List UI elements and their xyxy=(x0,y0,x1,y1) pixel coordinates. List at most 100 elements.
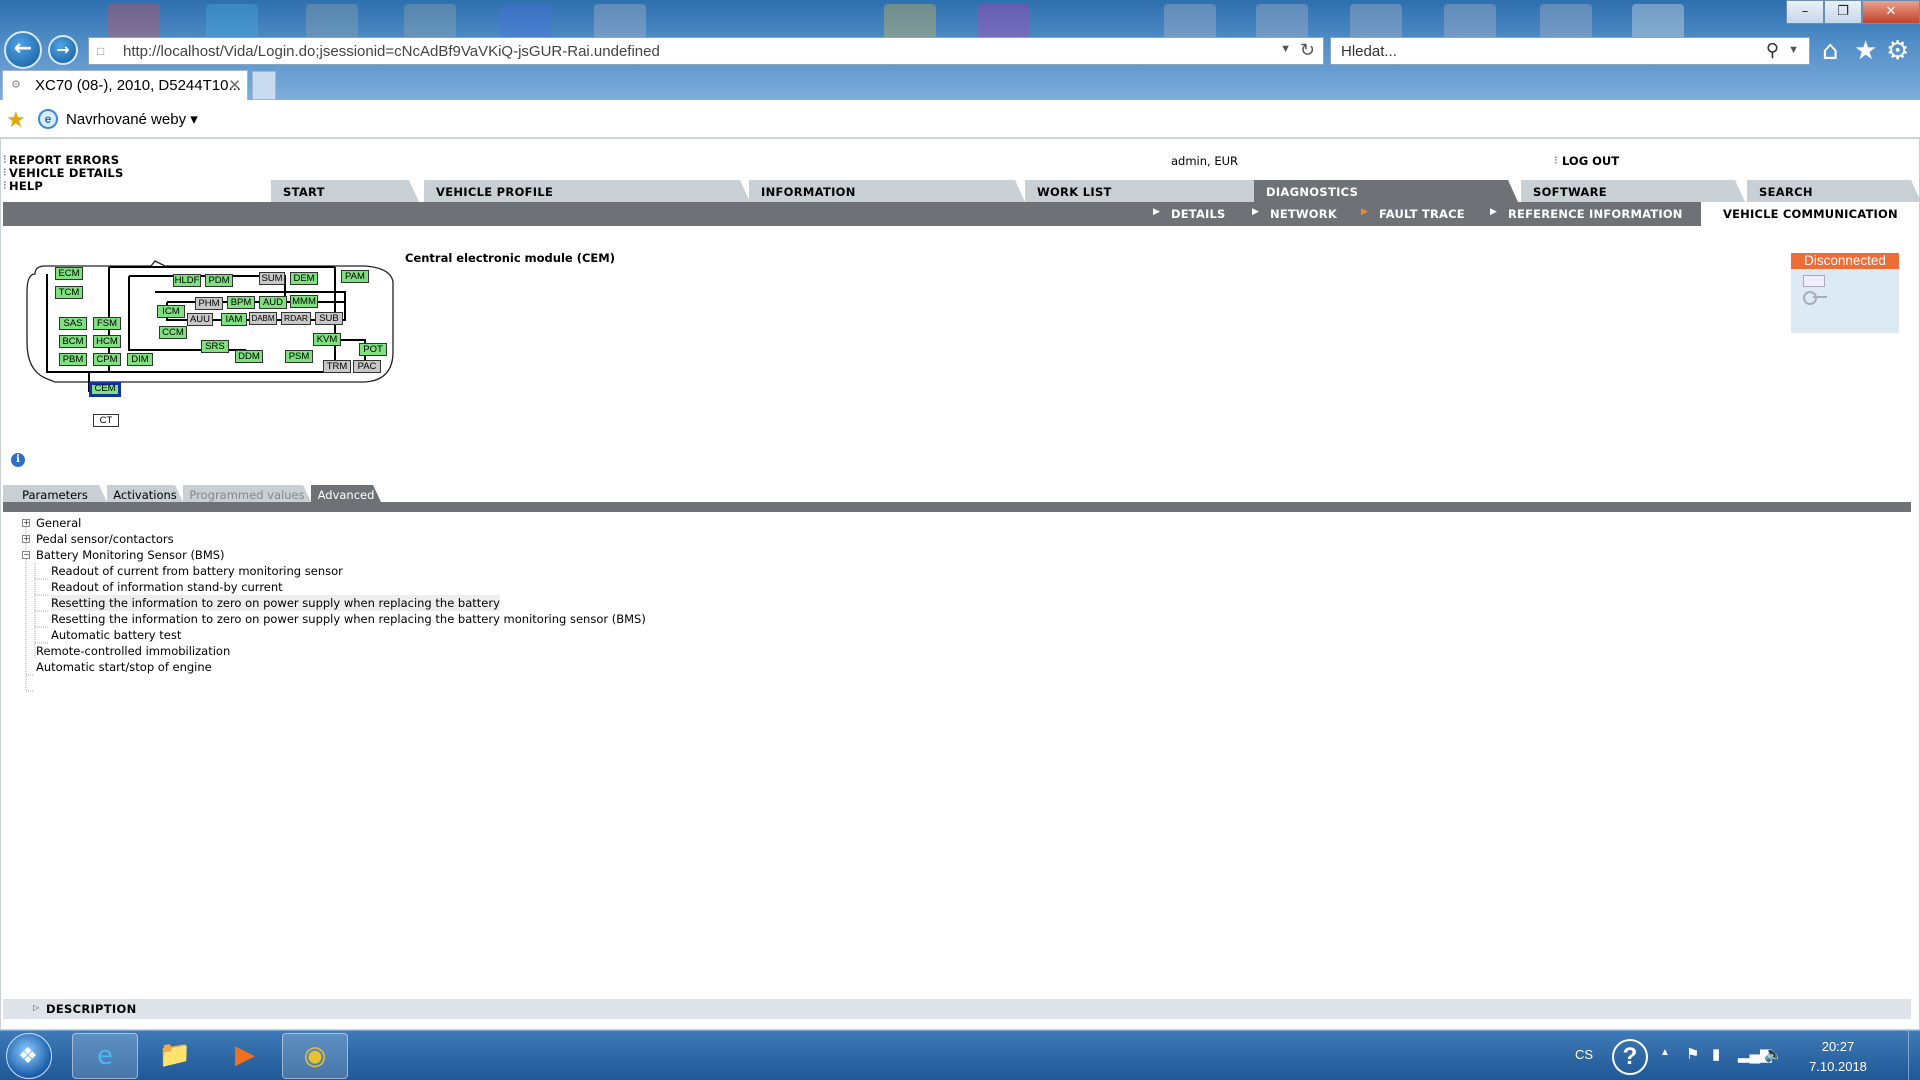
forward-button[interactable]: → xyxy=(48,35,78,65)
taskbar-media-player-icon[interactable]: ▶ xyxy=(212,1033,278,1079)
subtab-vehicle-communication[interactable]: VEHICLE COMMUNICATION xyxy=(1701,202,1911,226)
ecu-pbm[interactable]: PBM xyxy=(59,353,87,366)
search-dropdown-icon[interactable]: ▼ xyxy=(1788,44,1799,56)
info-icon[interactable]: i xyxy=(11,453,25,467)
ecu-dem[interactable]: DEM xyxy=(290,272,318,285)
tab-advanced[interactable]: Advanced xyxy=(311,485,381,502)
ecu-srs[interactable]: SRS xyxy=(201,340,229,353)
ecu-iam[interactable]: IAM xyxy=(221,313,247,326)
ecu-sub[interactable]: SUB xyxy=(315,312,343,325)
tab-search[interactable]: SEARCH xyxy=(1747,180,1920,202)
action-center-flag-icon[interactable]: ⚑ xyxy=(1686,1045,1699,1063)
search-box[interactable]: Hledat... ⚲ ▼ xyxy=(1330,37,1810,65)
browser-tab[interactable]: ⚙ XC70 (08-), 2010, D5244T10... ✕ xyxy=(2,70,248,100)
ecu-pot[interactable]: POT xyxy=(359,343,387,356)
ecu-ct[interactable]: CT xyxy=(93,414,119,427)
ecu-hldf[interactable]: HLDF xyxy=(173,274,201,287)
subtab-network[interactable]: ▶ NETWORK xyxy=(1252,207,1337,221)
tree-node-bms[interactable]: Battery Monitoring Sensor (BMS) xyxy=(36,547,225,563)
ecu-ddm[interactable]: DDM xyxy=(235,350,263,363)
tab-vehicle-profile[interactable]: VEHICLE PROFILE xyxy=(424,180,750,202)
tree-node-startstop[interactable]: Automatic start/stop of engine xyxy=(36,659,212,675)
taskbar-explorer-icon[interactable]: 📁 xyxy=(142,1033,208,1079)
maximize-button[interactable]: ❐ xyxy=(1824,0,1862,24)
show-desktop-button[interactable] xyxy=(1908,1031,1920,1080)
suggested-sites-link[interactable]: Navrhované weby ▾ xyxy=(66,110,198,128)
favorites-star-icon[interactable]: ★ xyxy=(1854,36,1877,66)
subtab-details[interactable]: ▶ DETAILS xyxy=(1153,207,1226,221)
tab-activations[interactable]: Activations xyxy=(107,485,183,502)
tree-leaf[interactable]: Resetting the information to zero on pow… xyxy=(51,611,646,627)
address-bar[interactable]: □ http://localhost/Vida/Login.do;jsessio… xyxy=(88,37,1324,65)
ecu-auu[interactable]: AUU xyxy=(187,313,213,326)
vehicle-details-link[interactable]: VEHICLE DETAILS xyxy=(3,165,123,180)
close-window-button[interactable]: ✕ xyxy=(1862,0,1920,24)
clock-time[interactable]: 20:27 xyxy=(1808,1039,1868,1054)
ecu-cem-selected[interactable]: CEM xyxy=(89,382,121,397)
tab-diagnostics[interactable]: DIAGNOSTICS xyxy=(1254,180,1518,202)
tree-node-general[interactable]: General xyxy=(36,515,81,531)
search-icon[interactable]: ⚲ xyxy=(1766,40,1779,61)
description-panel-header[interactable]: ▷ DESCRIPTION xyxy=(3,999,1911,1019)
tree-leaf[interactable]: Readout of information stand-by current xyxy=(51,579,283,595)
ecu-fsm[interactable]: FSM xyxy=(93,317,121,330)
ecu-hcm[interactable]: HCM xyxy=(93,335,121,348)
ecu-pdm[interactable]: PDM xyxy=(205,274,233,287)
taskbar-ie-icon[interactable]: e xyxy=(72,1033,138,1079)
tab-start[interactable]: START xyxy=(271,180,419,202)
logout-link[interactable]: LOG OUT xyxy=(1554,153,1619,168)
ecu-ecm[interactable]: ECM xyxy=(55,267,83,280)
ecu-psm[interactable]: PSM xyxy=(285,350,313,363)
ecu-mmm[interactable]: MMM xyxy=(290,295,318,308)
subtab-reference-information[interactable]: ▶ REFERENCE INFORMATION xyxy=(1490,207,1683,221)
tab-parameters[interactable]: Parameters xyxy=(3,485,107,502)
ecu-dim[interactable]: DIM xyxy=(127,353,153,366)
url-text[interactable]: http://localhost/Vida/Login.do;jsessioni… xyxy=(123,43,660,60)
battery-icon[interactable]: ▮ xyxy=(1712,1045,1720,1063)
ecu-phm[interactable]: PHM xyxy=(195,297,223,310)
language-indicator[interactable]: CS xyxy=(1575,1047,1593,1062)
tree-leaf-highlighted[interactable]: Resetting the information to zero on pow… xyxy=(51,595,500,611)
collapse-icon[interactable]: − xyxy=(22,551,30,559)
minimize-button[interactable]: – xyxy=(1786,0,1824,24)
ecu-sum[interactable]: SUM xyxy=(259,272,285,285)
help-icon[interactable]: ? xyxy=(1612,1039,1648,1075)
refresh-icon[interactable]: ↻ xyxy=(1300,40,1315,61)
ecu-trm[interactable]: TRM xyxy=(323,360,351,373)
home-icon[interactable]: ⌂ xyxy=(1822,36,1839,66)
expand-icon[interactable]: + xyxy=(22,535,30,543)
tab-work-list[interactable]: WORK LIST xyxy=(1025,180,1285,202)
tree-leaf[interactable]: Automatic battery test xyxy=(51,627,181,643)
subtab-fault-trace[interactable]: ▶ FAULT TRACE xyxy=(1361,207,1465,221)
tab-software[interactable]: SOFTWARE xyxy=(1521,180,1745,202)
tab-programmed-values[interactable]: Programmed values xyxy=(183,485,311,502)
tab-information[interactable]: INFORMATION xyxy=(749,180,1025,202)
show-hidden-icons-icon[interactable]: ▲ xyxy=(1660,1047,1670,1058)
ecu-sas[interactable]: SAS xyxy=(59,317,87,330)
back-button[interactable]: ← xyxy=(4,31,42,69)
gear-icon[interactable]: ⚙ xyxy=(1886,36,1909,66)
ecu-bpm[interactable]: BPM xyxy=(227,296,255,309)
ecu-pam[interactable]: PAM xyxy=(341,270,369,283)
taskbar-chrome-icon[interactable]: ◉ xyxy=(282,1033,348,1079)
ecu-aud[interactable]: AUD xyxy=(259,296,287,309)
ecu-bcm[interactable]: BCM xyxy=(59,335,87,348)
ecu-tcm[interactable]: TCM xyxy=(55,286,83,299)
tree-node-remote[interactable]: Remote-controlled immobilization xyxy=(36,643,230,659)
ecu-pac[interactable]: PAC xyxy=(353,360,381,373)
ecu-kvm[interactable]: KVM xyxy=(313,333,341,346)
ecu-rdar[interactable]: RDAR xyxy=(281,312,311,325)
address-dropdown-icon[interactable]: ▼ xyxy=(1280,43,1291,55)
tree-node-pedal[interactable]: Pedal sensor/contactors xyxy=(36,531,174,547)
ecu-cpm[interactable]: CPM xyxy=(93,353,121,366)
favorites-icon[interactable]: ★ xyxy=(6,107,26,133)
tree-leaf[interactable]: Readout of current from battery monitori… xyxy=(51,563,343,579)
help-link[interactable]: HELP xyxy=(3,178,43,193)
ecu-dabm[interactable]: DABM xyxy=(249,312,277,325)
close-tab-icon[interactable]: ✕ xyxy=(228,76,241,94)
volume-icon[interactable]: 🔈 xyxy=(1764,1045,1783,1063)
expand-icon[interactable]: + xyxy=(22,519,30,527)
ecu-ccm[interactable]: CCM xyxy=(159,326,187,339)
clock-date[interactable]: 7.10.2018 xyxy=(1800,1059,1876,1074)
ecu-icm[interactable]: ICM xyxy=(157,305,185,318)
